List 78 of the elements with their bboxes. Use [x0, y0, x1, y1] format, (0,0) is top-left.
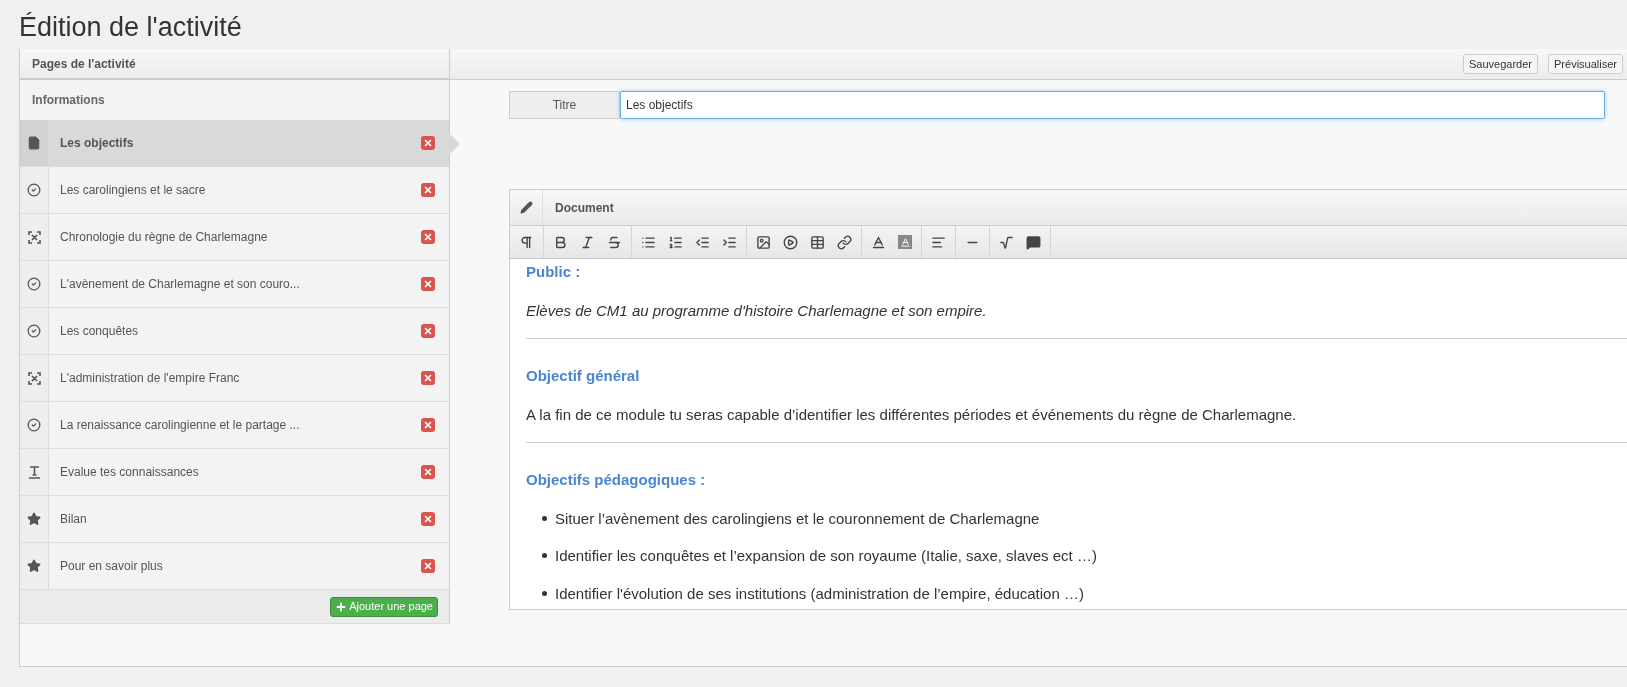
- table-icon[interactable]: [810, 234, 825, 250]
- list-item: Situer l’avènement des carolingiens et le couronnement de Charlemagne: [555, 508, 1040, 529]
- image-icon[interactable]: [756, 234, 771, 250]
- page-item[interactable]: Evalue tes connaissances: [20, 449, 449, 496]
- panel-title: Pages de l'activité: [32, 55, 136, 73]
- page-title-text: Bilan: [60, 511, 88, 528]
- page-item[interactable]: Les conquêtes: [20, 308, 449, 355]
- delete-button[interactable]: [421, 559, 435, 573]
- page-title-text: L'avènement de Charlemagne et son couro...: [60, 276, 301, 293]
- check-circle-icon: [27, 324, 41, 338]
- frame-x-icon: [27, 230, 41, 244]
- page-title-text: Les carolingiens et le sacre: [60, 182, 207, 199]
- page-item[interactable]: Pour en savoir plus: [20, 543, 449, 590]
- list-item: Identifier l'évolution de ses institutions (administration de l’empire, éducation …): [555, 583, 1084, 604]
- document-icon: [27, 136, 41, 150]
- delete-button[interactable]: [421, 277, 435, 291]
- section-heading: Objectif général: [526, 366, 641, 386]
- edit-icon: [519, 201, 533, 214]
- outdent-icon[interactable]: [695, 234, 710, 250]
- list-item: Identifier les conquêtes et l’expansion de son royaume (Italie, saxe, slaves ect …): [555, 546, 1097, 566]
- plus-icon: [335, 600, 348, 613]
- section-label: Informations: [32, 92, 105, 109]
- section-heading: Objectifs pédagogiques :: [526, 470, 707, 490]
- selection-pointer-icon: [449, 133, 460, 155]
- text-color-icon[interactable]: [871, 234, 886, 250]
- delete-button[interactable]: [421, 465, 435, 479]
- bullet-icon: [542, 553, 547, 558]
- page-title-text: La renaissance carolingienne et le partage ...: [60, 417, 301, 434]
- page-item[interactable]: L'administration de l'empire Franc: [20, 355, 449, 402]
- delete-button[interactable]: [421, 183, 435, 197]
- star-icon: [27, 512, 41, 526]
- bold-icon[interactable]: [553, 234, 568, 250]
- strikethrough-icon[interactable]: [607, 234, 622, 250]
- page-title: Édition de l'activité: [18, 11, 243, 44]
- text-icon: [27, 465, 41, 479]
- toolbar-button[interactable]: Prévisualiser: [1548, 54, 1623, 74]
- page-title-text: Evalue tes connaissances: [60, 464, 200, 481]
- section-heading: Public :: [526, 262, 582, 282]
- align-icon[interactable]: [931, 234, 946, 250]
- delete-button[interactable]: [421, 512, 435, 526]
- bullet-list-icon[interactable]: [641, 234, 656, 250]
- page-title-text: Chronologie du règne de Charlemagne: [60, 229, 269, 246]
- bullet-icon: [542, 590, 547, 596]
- page-title-text: Les conquêtes: [60, 323, 140, 340]
- check-circle-icon: [27, 277, 41, 291]
- formula-icon[interactable]: [999, 234, 1014, 250]
- editor-title: Document: [555, 199, 614, 217]
- italic-icon[interactable]: [580, 234, 595, 250]
- field-label: Titre: [509, 91, 620, 119]
- page-item[interactable]: La renaissance carolingienne et le partage ...: [20, 402, 449, 449]
- delete-button[interactable]: [421, 230, 435, 244]
- page-title-text: Les objectifs: [60, 135, 135, 152]
- link-icon[interactable]: [837, 234, 852, 250]
- star-icon: [27, 559, 41, 573]
- delete-button[interactable]: [421, 136, 435, 150]
- check-circle-icon: [27, 183, 41, 197]
- page-item[interactable]: Bilan: [20, 496, 449, 543]
- numbered-list-icon[interactable]: [668, 234, 683, 250]
- frame-x-icon: [27, 371, 41, 385]
- paragraph: A la fin de ce module tu seras capable d’identifier les différentes périodes et événements du règne de Charlemagne.: [526, 404, 1298, 425]
- page-title-text: L'administration de l'empire Franc: [60, 370, 241, 387]
- paragraph-icon[interactable]: [519, 234, 534, 250]
- indent-icon[interactable]: [722, 234, 737, 250]
- video-icon[interactable]: [783, 234, 798, 250]
- title-field[interactable]: Les objectifs: [620, 91, 1605, 119]
- comment-icon[interactable]: [1026, 234, 1041, 250]
- delete-button[interactable]: [421, 371, 435, 385]
- delete-button[interactable]: [421, 324, 435, 338]
- page-item[interactable]: L'avènement de Charlemagne et son couro...: [20, 261, 449, 308]
- page-item[interactable]: Les carolingiens et le sacre: [20, 167, 449, 214]
- page-title-text: Pour en savoir plus: [60, 558, 164, 575]
- delete-button[interactable]: [421, 418, 435, 432]
- page-item[interactable]: Chronologie du règne de Charlemagne: [20, 214, 449, 261]
- check-circle-icon: [27, 418, 41, 432]
- bullet-icon: [542, 515, 547, 521]
- highlight-icon[interactable]: [898, 235, 912, 249]
- paragraph: Elèves de CM1 au programme d'histoire Charlemagne et son empire.: [526, 300, 988, 321]
- toolbar-button[interactable]: Sauvegarder: [1463, 54, 1539, 74]
